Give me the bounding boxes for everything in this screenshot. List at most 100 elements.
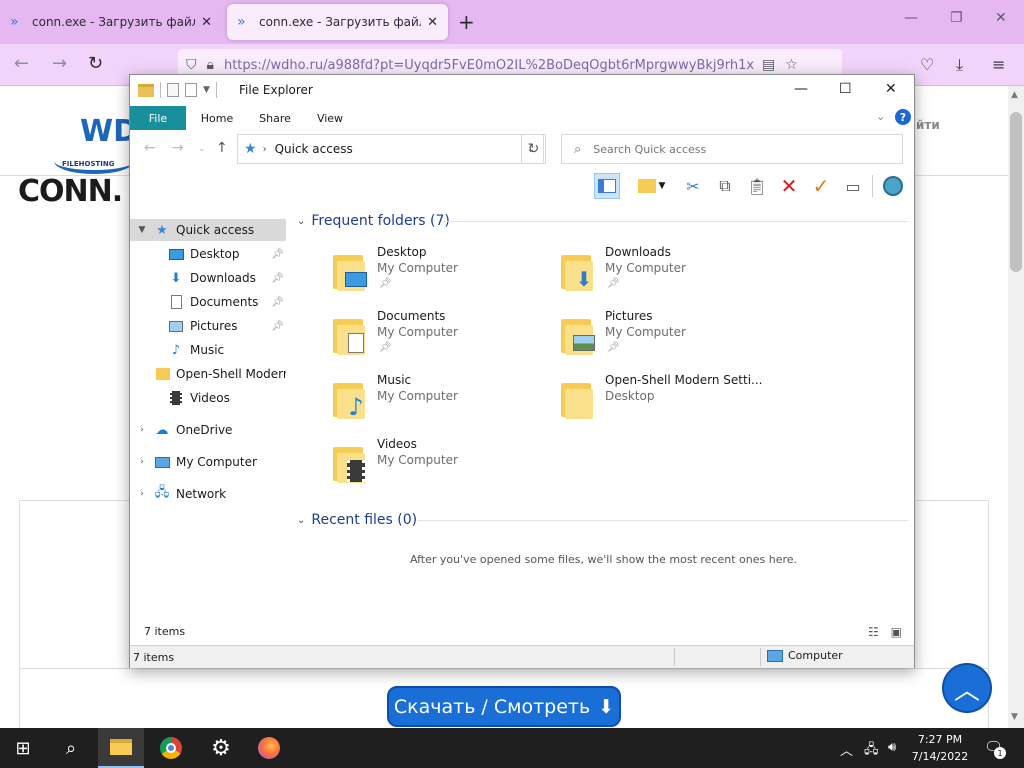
clock[interactable]: 7:27 PM 7/14/2022 — [906, 731, 974, 765]
bookmark-star-icon[interactable]: ☆ — [785, 57, 798, 73]
taskbar-file-explorer[interactable] — [98, 728, 144, 768]
collapse-icon[interactable]: ▼ — [136, 225, 148, 235]
login-link[interactable]: йти — [916, 118, 940, 132]
folder-tile-documents[interactable]: Documents My Computer 📌︎ — [331, 309, 541, 369]
nav-item-downloads[interactable]: ⬇ Downloads 📌︎ — [130, 267, 286, 289]
explorer-titlebar[interactable]: ▼ File Explorer — ☐ ✕ — [130, 75, 914, 105]
paste-button[interactable]: 📋︎ — [744, 173, 770, 199]
downloads-icon[interactable]: ⤓ — [956, 55, 963, 75]
recent-locations-icon[interactable]: ⌄ — [198, 144, 206, 154]
folder-tile-videos[interactable]: Videos My Computer — [331, 437, 541, 497]
large-icons-view-icon[interactable]: ▣ — [891, 625, 902, 639]
scroll-down-icon[interactable]: ▼ — [1011, 712, 1018, 722]
address-text[interactable]: Quick access — [275, 142, 527, 156]
volume-icon[interactable]: 🔊︎ — [888, 740, 896, 755]
folder-tile-music[interactable]: ♪ Music My Computer — [331, 373, 541, 433]
properties-button[interactable]: ✓ — [808, 173, 834, 199]
cut-button[interactable]: ✂ — [680, 173, 706, 199]
chevron-right-icon[interactable]: › — [263, 144, 267, 155]
nav-my-computer[interactable]: › My Computer — [130, 451, 286, 473]
new-tab-icon[interactable]: + — [458, 10, 475, 34]
search-box[interactable]: ⌕ — [561, 134, 903, 164]
up-icon[interactable]: ↑ — [216, 140, 228, 156]
tab-view[interactable]: View — [306, 106, 354, 130]
nav-item-open-shell[interactable]: Open-Shell Modern — [130, 363, 286, 385]
expand-icon[interactable]: › — [136, 489, 148, 499]
properties-icon[interactable] — [167, 83, 179, 97]
folder-tile-pictures[interactable]: Pictures My Computer 📌︎ — [559, 309, 769, 369]
tab-share[interactable]: Share — [250, 106, 300, 130]
taskbar-chrome[interactable] — [148, 728, 194, 768]
close-tab-icon[interactable]: ✕ — [427, 15, 438, 30]
folder-tile-desktop[interactable]: Desktop My Computer 📌︎ — [331, 245, 541, 305]
address-bar[interactable]: ★ › Quick access ⌄ — [237, 134, 544, 164]
chevron-down-icon[interactable]: ⌄ — [297, 216, 305, 227]
nav-item-videos[interactable]: Videos — [130, 387, 286, 409]
expand-icon[interactable]: › — [136, 457, 148, 467]
notification-center-button[interactable]: 🗨︎ 1 — [984, 738, 1006, 759]
show-hidden-icons-icon[interactable]: ︿ — [840, 740, 853, 759]
shell-settings-button[interactable] — [880, 173, 906, 199]
restore-icon[interactable]: ❐ — [950, 10, 963, 26]
scroll-to-top-button[interactable]: ︿ — [942, 663, 992, 713]
close-window-icon[interactable]: ✕ — [995, 10, 1007, 26]
nav-quick-access[interactable]: ▼ ★ Quick access — [130, 219, 286, 241]
tab-file[interactable]: File — [130, 106, 186, 130]
start-button[interactable]: ⊞ — [0, 728, 46, 768]
customize-qat-icon[interactable]: ▼ — [203, 85, 210, 95]
shield-icon[interactable]: ⛉ — [186, 57, 197, 73]
folder-tile-open-shell[interactable]: Open-Shell Modern Setti... Desktop — [559, 373, 769, 433]
close-tab-icon[interactable]: ✕ — [201, 15, 212, 30]
maximize-icon[interactable]: ☐ — [839, 81, 852, 97]
search-input[interactable] — [593, 142, 874, 156]
back-icon[interactable]: ← — [144, 140, 156, 156]
forward-icon[interactable]: → — [172, 140, 184, 156]
chevron-down-icon[interactable]: ⌄ — [297, 515, 305, 526]
nav-item-pictures[interactable]: Pictures 📌︎ — [130, 315, 286, 337]
copy-button[interactable]: ⧉ — [712, 173, 738, 199]
nav-onedrive[interactable]: › ☁ OneDrive — [130, 419, 286, 441]
browser-tab-1[interactable]: » conn.exe - Загрузить файл или ✕ — [0, 4, 222, 40]
recent-files-header[interactable]: ⌄ Recent files (0) — [297, 510, 417, 530]
page-scrollbar[interactable]: ▲ ▼ — [1008, 86, 1024, 728]
scrollbar-thumb[interactable] — [1010, 112, 1022, 272]
url-text[interactable]: https://wdho.ru/a988fd?pt=Uyqdr5FvE0mO2I… — [224, 58, 754, 73]
reader-view-icon[interactable]: ▤ — [762, 57, 775, 73]
dropdown-icon[interactable]: ▼ — [656, 173, 668, 199]
help-icon[interactable]: ? — [895, 109, 911, 125]
back-icon[interactable]: ← — [14, 53, 29, 74]
nav-item-documents[interactable]: Documents 📌︎ — [130, 291, 286, 313]
delete-button[interactable]: ✕ — [776, 173, 802, 199]
details-view-icon[interactable]: ☷ — [868, 625, 879, 639]
pocket-icon[interactable]: ♡ — [920, 55, 934, 74]
tab-home[interactable]: Home — [192, 106, 242, 130]
folder-tile-downloads[interactable]: ⬇ Downloads My Computer 📌︎ — [559, 245, 769, 305]
network-tray-icon[interactable]: 🖧︎ — [864, 740, 879, 762]
pin-icon[interactable]: 📌︎ — [271, 249, 284, 260]
minimize-icon[interactable]: — — [794, 81, 808, 97]
navigation-pane-button[interactable] — [594, 173, 620, 199]
download-button[interactable]: Скачать / Смотреть ⬇ — [387, 686, 621, 727]
pin-icon[interactable]: 📌︎ — [271, 321, 284, 332]
nav-item-music[interactable]: ♪ Music — [130, 339, 286, 361]
rename-button[interactable]: ▭ — [840, 173, 866, 199]
refresh-button[interactable]: ↻ — [521, 134, 546, 164]
forward-icon[interactable]: → — [52, 53, 67, 74]
pin-icon[interactable]: 📌︎ — [271, 273, 284, 284]
nav-item-desktop[interactable]: Desktop 📌︎ — [130, 243, 286, 265]
browser-tab-2[interactable]: » conn.exe - Загрузить файл или ✕ — [227, 4, 448, 40]
search-button[interactable]: ⌕ — [48, 728, 94, 768]
reload-icon[interactable]: ↻ — [88, 53, 103, 74]
new-folder-icon[interactable] — [185, 83, 197, 97]
taskbar-settings[interactable]: ⚙ — [198, 728, 244, 768]
taskbar-firefox[interactable] — [246, 728, 292, 768]
nav-network[interactable]: › 🖧︎ Network — [130, 483, 286, 505]
folder-icon[interactable] — [138, 83, 154, 97]
lock-icon[interactable]: 🔒︎ — [207, 57, 214, 73]
minimize-icon[interactable]: — — [904, 10, 918, 26]
menu-icon[interactable]: ≡ — [992, 55, 1005, 74]
close-window-icon[interactable]: ✕ — [885, 81, 897, 97]
expand-icon[interactable]: › — [136, 425, 148, 435]
expand-ribbon-icon[interactable]: ⌄ — [876, 110, 885, 123]
frequent-folders-header[interactable]: ⌄ Frequent folders (7) — [297, 211, 450, 231]
